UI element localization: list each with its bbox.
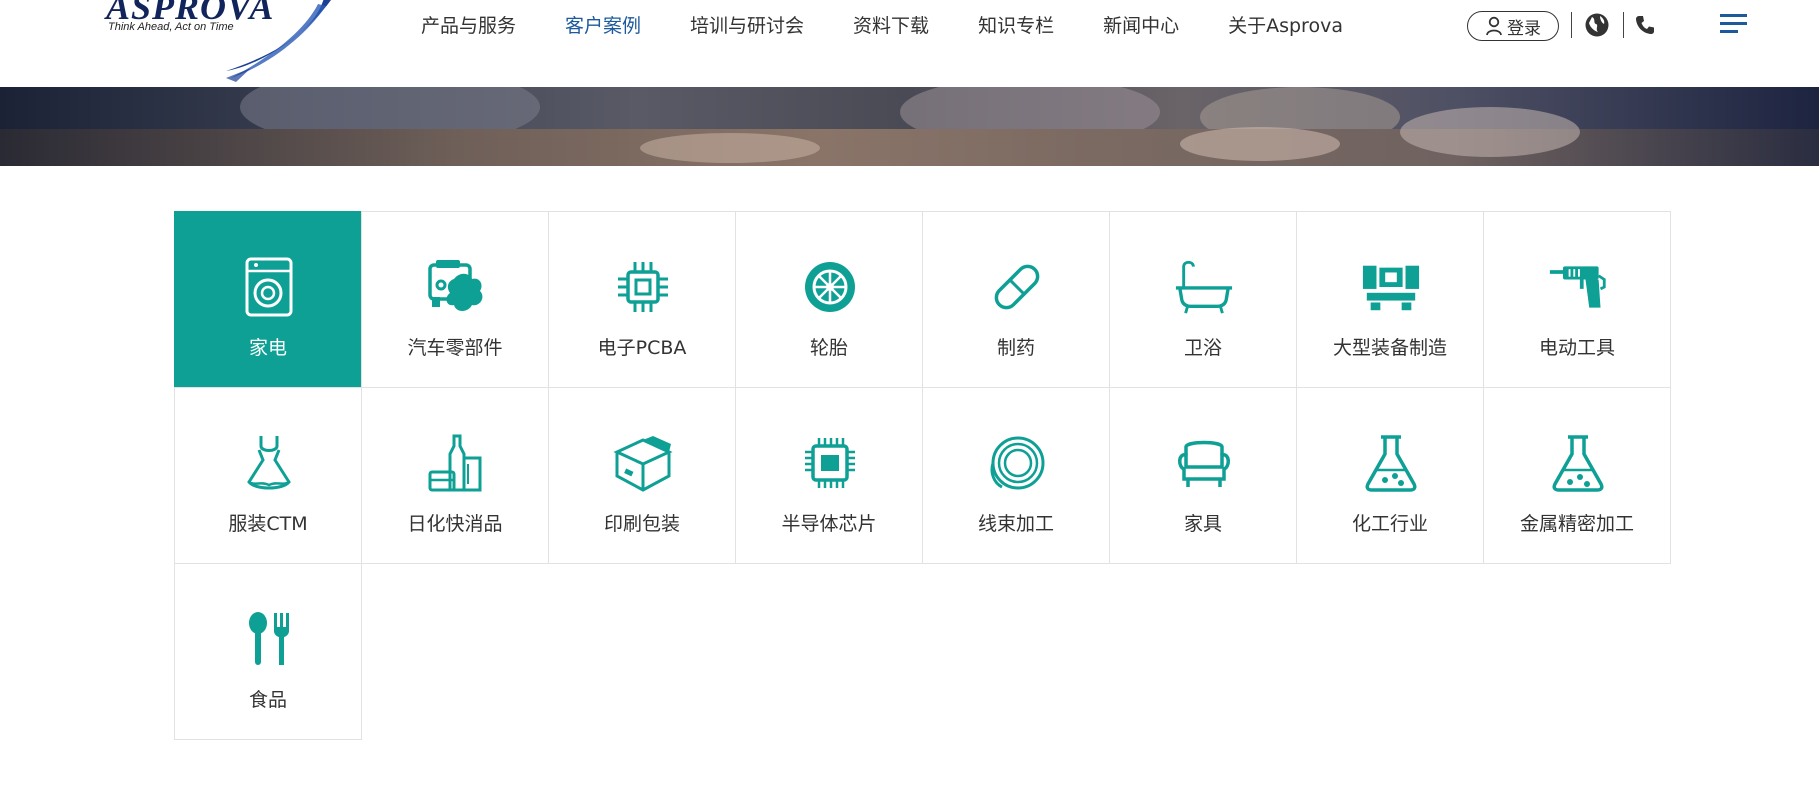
- industry-tires[interactable]: 轮胎: [735, 211, 923, 388]
- industry-semiconductor[interactable]: 半导体芯片: [735, 387, 923, 564]
- industry-apparel-ctm[interactable]: 服装CTM: [174, 387, 362, 564]
- hero-banner: [0, 87, 1819, 166]
- industry-label: 轮胎: [809, 337, 848, 359]
- industry-label: 家具: [1183, 513, 1222, 535]
- nav-training-seminars[interactable]: 培训与研讨会: [690, 13, 804, 39]
- brush-stroke-logo-icon: [226, 0, 331, 82]
- globe-icon: [1585, 13, 1609, 37]
- phone-icon: [1636, 16, 1654, 34]
- nav-downloads[interactable]: 资料下载: [853, 13, 929, 39]
- main-nav: 产品与服务 客户案例 培训与研讨会 资料下载 知识专栏 新闻中心 关于Aspro…: [421, 13, 1392, 39]
- hamburger-menu-icon[interactable]: [1720, 14, 1747, 34]
- spoon-fork-icon: [249, 612, 289, 665]
- flask-precision-icon: [1552, 435, 1604, 492]
- industry-daily-chemicals-fmcg[interactable]: 日化快消品: [361, 387, 549, 564]
- industry-precision-metal[interactable]: 金属精密加工: [1483, 387, 1671, 564]
- language-button[interactable]: [1584, 12, 1610, 43]
- chip-icon: [618, 262, 668, 312]
- power-drill-icon: [1549, 266, 1606, 308]
- bathtub-icon: [1175, 260, 1233, 314]
- login-button[interactable]: 登录: [1467, 11, 1559, 41]
- nav-products-services[interactable]: 产品与服务: [421, 13, 516, 39]
- nav-about[interactable]: 关于Asprova: [1228, 13, 1343, 39]
- nav-customer-cases[interactable]: 客户案例: [565, 13, 641, 39]
- cosmetics-icon: [428, 434, 482, 492]
- industry-auto-parts[interactable]: 汽车零部件: [361, 211, 549, 388]
- industry-heavy-equipment[interactable]: 大型装备制造: [1296, 211, 1484, 388]
- banner-shade: [1400, 107, 1580, 157]
- armchair-icon: [1178, 440, 1230, 487]
- site-header: ASPROVA Think Ahead, Act on Time 产品与服务 客…: [0, 0, 1819, 87]
- industry-label: 印刷包装: [603, 513, 680, 535]
- industry-label: 日化快消品: [407, 513, 503, 535]
- header-divider: [1571, 12, 1572, 38]
- washing-machine-icon: [245, 257, 293, 317]
- pill-icon: [994, 264, 1040, 310]
- dress-icon: [247, 436, 291, 490]
- industry-label: 电子PCBA: [597, 337, 687, 359]
- user-icon: [1486, 16, 1502, 36]
- nav-knowledge-column[interactable]: 知识专栏: [978, 13, 1054, 39]
- nav-news-center[interactable]: 新闻中心: [1103, 13, 1179, 39]
- header-divider: [1623, 12, 1624, 38]
- industry-chemical[interactable]: 化工行业: [1296, 387, 1484, 564]
- semiconductor-icon: [805, 438, 855, 488]
- banner-hand: [640, 133, 820, 163]
- industry-label: 汽车零部件: [407, 337, 503, 359]
- brand-logo[interactable]: ASPROVA Think Ahead, Act on Time: [96, 0, 346, 87]
- contact-phone-button[interactable]: [1634, 14, 1656, 41]
- package-box-icon: [613, 436, 673, 492]
- flask-icon: [1365, 435, 1417, 492]
- login-label: 登录: [1507, 18, 1541, 39]
- industry-label: 化工行业: [1351, 513, 1428, 535]
- industry-label: 食品: [248, 689, 287, 711]
- industry-label: 电动工具: [1538, 337, 1615, 359]
- tire-icon: [805, 262, 855, 312]
- industry-home-appliance[interactable]: 家电: [174, 211, 362, 388]
- banner-hand: [1180, 127, 1340, 161]
- heavy-machine-icon: [1362, 265, 1420, 311]
- industry-label: 半导体芯片: [781, 513, 877, 535]
- industry-pharmaceutical[interactable]: 制药: [922, 211, 1110, 388]
- industry-food[interactable]: 食品: [174, 563, 362, 740]
- industry-label: 金属精密加工: [1519, 513, 1634, 535]
- industry-wire-harness[interactable]: 线束加工: [922, 387, 1110, 564]
- industry-label: 大型装备制造: [1332, 337, 1447, 359]
- industry-label: 线束加工: [977, 513, 1054, 535]
- industry-printing-packaging[interactable]: 印刷包装: [548, 387, 736, 564]
- industry-label: 家电: [248, 337, 287, 359]
- industry-electronics-pcba[interactable]: 电子PCBA: [548, 211, 736, 388]
- industry-label: 服装CTM: [228, 513, 308, 535]
- industry-label: 制药: [996, 337, 1035, 359]
- industry-power-tools[interactable]: 电动工具: [1483, 211, 1671, 388]
- industry-label: 卫浴: [1183, 337, 1222, 359]
- industry-bathroom[interactable]: 卫浴: [1109, 211, 1297, 388]
- wire-coil-icon: [990, 436, 1045, 490]
- car-engine-icon: [428, 260, 483, 311]
- industry-furniture[interactable]: 家具: [1109, 387, 1297, 564]
